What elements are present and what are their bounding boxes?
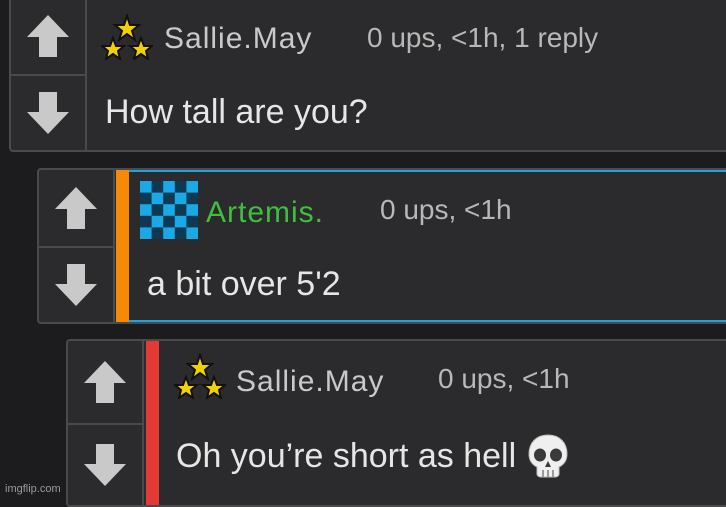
thread-bar: [146, 341, 159, 505]
vote-controls: [11, 0, 87, 150]
username[interactable]: Sallie.May: [236, 365, 384, 399]
comment: Sallie.May 0 ups, <1h, 1 reply How tall …: [9, 0, 726, 152]
username[interactable]: Sallie.May: [164, 22, 312, 56]
upvote-button[interactable]: [68, 341, 142, 423]
three-stars-icon[interactable]: [101, 14, 153, 60]
arrow-down-icon: [55, 264, 97, 306]
upvote-button[interactable]: [11, 0, 85, 74]
upvote-button[interactable]: [39, 170, 113, 246]
arrow-down-icon: [27, 92, 69, 134]
vote-controls: [68, 341, 144, 505]
comment-meta: 0 ups, <1h: [438, 363, 570, 394]
comment-text: Oh you’re short as hell: [176, 436, 517, 475]
comment: Sallie.May 0 ups, <1h Oh you’re short as…: [66, 339, 726, 507]
comment-text: How tall are you?: [105, 93, 368, 131]
downvote-button[interactable]: [11, 74, 85, 150]
arrow-up-icon: [84, 361, 126, 403]
watermark: imgflip.com: [5, 483, 61, 495]
downvote-button[interactable]: [39, 246, 113, 322]
comment-meta: 0 ups, <1h, 1 reply: [367, 22, 599, 53]
comment-meta: 0 ups, <1h: [380, 194, 512, 225]
arrow-up-icon: [27, 15, 69, 57]
username[interactable]: Artemis.: [206, 196, 324, 230]
comment: Artemis. 0 ups, <1h a bit over 5'2: [37, 168, 726, 324]
comment-text: a bit over 5'2: [147, 265, 341, 303]
three-stars-icon[interactable]: [174, 353, 226, 399]
checkered-pattern-icon[interactable]: [140, 181, 198, 239]
thread-bar: [116, 170, 129, 322]
arrow-up-icon: [55, 187, 97, 229]
arrow-down-icon: [84, 444, 126, 486]
downvote-button[interactable]: [68, 423, 142, 505]
vote-controls: [39, 170, 115, 322]
skull-icon: [528, 434, 568, 478]
comment-text-row: Oh you’re short as hell: [176, 433, 570, 479]
